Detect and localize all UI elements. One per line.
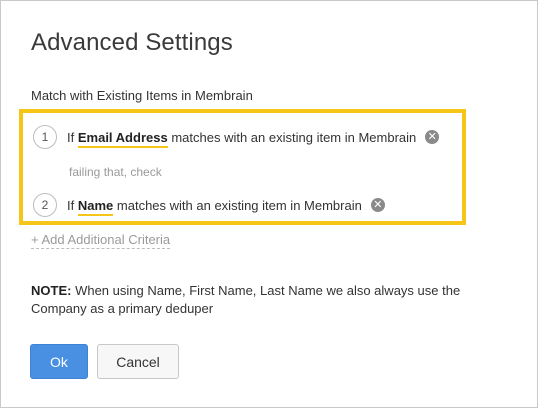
close-circle-icon[interactable]: ✕: [425, 130, 440, 144]
criteria-suffix: matches with an existing item in Membrai…: [171, 129, 417, 145]
criteria-text: If Name matches with an existing item in…: [67, 197, 362, 216]
note-label: NOTE:: [31, 283, 72, 298]
criteria-prefix: If: [67, 129, 75, 145]
close-circle-icon[interactable]: ✕: [370, 198, 385, 212]
advanced-settings-dialog: Advanced Settings Match with Existing It…: [0, 0, 538, 408]
criteria-row: 1 If Email Address matches with an exist…: [33, 125, 440, 149]
add-criteria-link[interactable]: + Add Additional Criteria: [31, 232, 171, 249]
ok-button[interactable]: Ok: [30, 344, 88, 379]
criteria-list: 1 If Email Address matches with an exist…: [19, 109, 466, 225]
criteria-suffix: matches with an existing item in Membrai…: [116, 197, 362, 213]
criteria-prefix: If: [67, 197, 75, 213]
dialog-title: Advanced Settings: [31, 29, 233, 56]
note: NOTE: When using Name, First Name, Last …: [31, 282, 501, 318]
criteria-number: 1: [33, 125, 57, 149]
criteria-text: If Email Address matches with an existin…: [67, 129, 417, 148]
section-label: Match with Existing Items in Membrain: [31, 88, 253, 103]
criteria-field-selector[interactable]: Email Address: [77, 129, 168, 148]
note-text: When using Name, First Name, Last Name w…: [31, 283, 461, 316]
criteria-field-selector[interactable]: Name: [77, 197, 114, 216]
criteria-number: 2: [33, 193, 57, 217]
failing-text: failing that, check: [69, 165, 162, 179]
criteria-row: 2 If Name matches with an existing item …: [33, 193, 385, 217]
cancel-button[interactable]: Cancel: [97, 344, 179, 379]
